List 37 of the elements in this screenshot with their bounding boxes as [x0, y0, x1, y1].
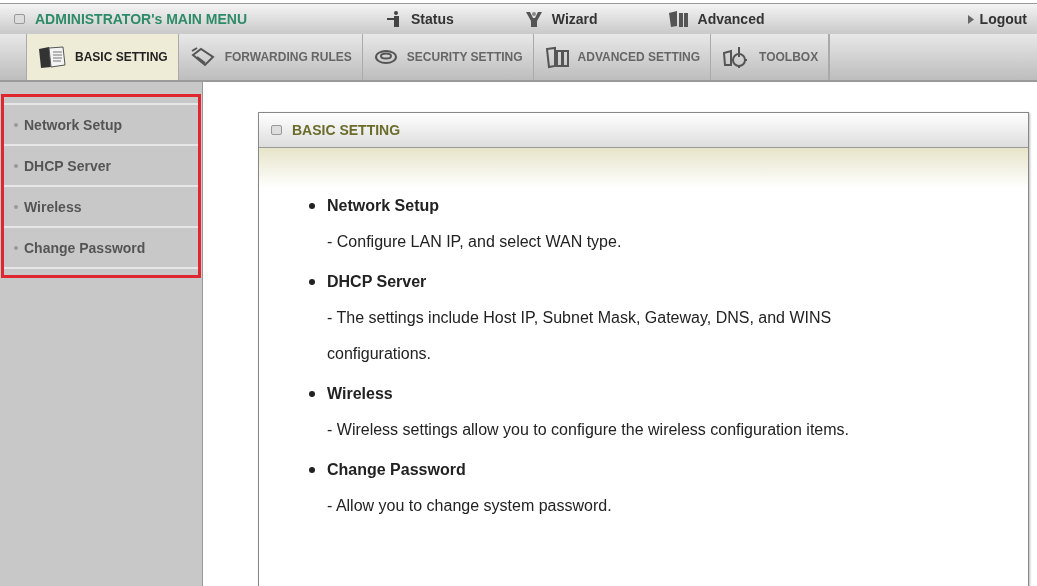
caret-icon [967, 14, 974, 24]
bullet-icon [14, 163, 18, 168]
section-description: - The settings include Host IP, Subnet Mask, Gateway, DNS, and WINS configurations. [326, 308, 833, 364]
book-icon [667, 10, 690, 28]
sidebar-item[interactable]: DHCP Server [4, 144, 198, 185]
bullet-icon [14, 245, 18, 250]
section-heading: Network Setup [327, 197, 439, 215]
tab[interactable]: SECURITY SETTING [362, 34, 534, 80]
sidebar-item[interactable]: Network Setup [4, 103, 198, 144]
bullet-icon [309, 279, 315, 285]
square-icon [271, 125, 282, 135]
tab[interactable]: BASIC SETTING [26, 34, 179, 80]
bullet-icon [14, 204, 18, 209]
tab[interactable]: FORWARDING RULES [178, 34, 363, 80]
tab[interactable]: TOOLBOX [711, 34, 830, 80]
bullet-icon [309, 467, 315, 473]
section-heading: Change Password [327, 461, 466, 479]
square-icon [14, 14, 25, 24]
sidebar-item[interactable]: Wireless [4, 185, 198, 226]
panel-title: BASIC SETTING [292, 122, 401, 138]
menu-title: ADMINISTRATOR's MAIN MENU [35, 11, 249, 27]
header-link[interactable]: Advanced [667, 10, 765, 28]
header-link[interactable]: Status [385, 10, 454, 28]
bullet-icon [14, 122, 18, 127]
section-description: - Wireless settings allow you to configure the wireless configuration items. [326, 420, 850, 440]
folder-document-icon [37, 45, 67, 69]
section-description: - Allow you to change system password. [326, 496, 613, 516]
tab[interactable]: ADVANCED SETTING [533, 34, 712, 80]
header-link[interactable]: Wizard [523, 10, 598, 28]
logout-link[interactable]: Logout [967, 11, 1027, 27]
section-heading: DHCP Server [327, 273, 427, 291]
section-heading: Wireless [327, 385, 393, 403]
bullet-icon [309, 391, 315, 397]
book-icon [543, 45, 570, 69]
sidebar-item[interactable]: Change Password [4, 226, 198, 269]
section-description: - Configure LAN IP, and select WAN type. [326, 232, 623, 252]
bullet-icon [309, 203, 315, 209]
